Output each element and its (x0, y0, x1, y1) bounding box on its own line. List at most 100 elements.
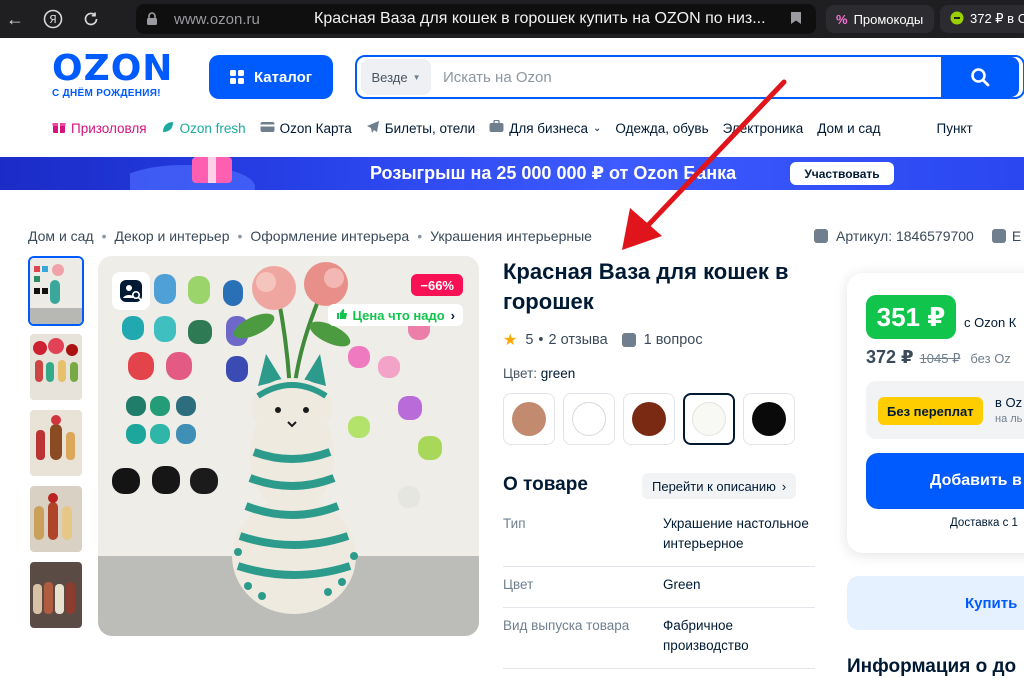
back-arrow-icon[interactable]: ← (0, 0, 30, 38)
browser-toolbar: ← Я www.ozon.ru Красная Ваза для кошек в… (0, 0, 1024, 38)
participate-button[interactable]: Участвовать (790, 162, 894, 185)
buy-now-button[interactable]: Купить (847, 576, 1024, 630)
search-button[interactable] (941, 57, 1019, 97)
color-swatch-4-selected[interactable] (683, 393, 735, 445)
reviews-link[interactable]: 2 отзыва (549, 332, 608, 348)
copy-icon (814, 229, 828, 243)
toplink-electronics[interactable]: Электроника (723, 121, 804, 136)
image-search-icon (120, 280, 142, 302)
percent-icon: % (836, 11, 848, 27)
promocodes-chip[interactable]: % Промокоды (826, 5, 934, 33)
toplink-prizes[interactable]: Призоловля (52, 120, 147, 137)
thumbnail-2[interactable] (28, 332, 84, 402)
thumbnail-5[interactable] (28, 560, 84, 630)
toplink-label: Для бизнеса (509, 120, 588, 136)
questions-link[interactable]: 1 вопрос (644, 332, 703, 348)
toplink-business[interactable]: Для бизнеса ⌄ (489, 119, 602, 136)
breadcrumb-separator: • (101, 228, 107, 244)
top-navigation: Призоловля Ozon fresh Ozon Карта Билеты,… (52, 118, 1024, 138)
url-domain: www.ozon.ru (174, 10, 260, 28)
logo-subtitle: С ДНЁМ РОЖДЕНИЯ! (52, 88, 161, 99)
thumbnail-list (28, 256, 84, 636)
article-label: Артикул: 1846579700 (836, 228, 974, 244)
color-label-value: green (540, 366, 576, 381)
color-swatch-2[interactable] (563, 393, 615, 445)
page-tab-title: Красная Ваза для кошек в горошек купить … (314, 10, 766, 27)
installment-line-1: в Oz (995, 395, 1023, 410)
article-number[interactable]: Артикул: 1846579700 Е (814, 228, 1021, 244)
reload-icon[interactable] (76, 0, 106, 38)
add-to-cart-button[interactable]: Добавить в (866, 453, 1024, 509)
color-swatch-5[interactable] (743, 393, 795, 445)
logo-text: OZON (52, 48, 174, 89)
color-swatches (503, 393, 803, 445)
delivery-info: Доставка с 1 (950, 517, 1018, 529)
toplink-label: Билеты, отели (384, 120, 476, 136)
rating-value: 5 (525, 332, 534, 348)
toplink-label: Электроника (722, 120, 804, 136)
address-bar[interactable]: www.ozon.ru Красная Ваза для кошек в гор… (136, 4, 816, 34)
good-price-badge[interactable]: Цена что надо › (327, 304, 463, 326)
lock-icon (146, 12, 160, 26)
toplink-label: Пункт (936, 120, 973, 136)
balance-label: 372 ₽ в Ст (970, 11, 1024, 26)
property-key: Вид выпуска товара (503, 618, 630, 633)
svg-text:Я: Я (49, 13, 57, 26)
rating-row[interactable]: ★ 5 • 2 отзыва 1 вопрос (503, 330, 703, 350)
toplink-home-garden[interactable]: Дом и сад (817, 121, 880, 136)
breadcrumb: Дом и сад • Декор и интерьер • Оформлени… (28, 228, 592, 244)
without-card-label: без Oz (970, 351, 1011, 366)
toplink-label: Одежда, обувь (615, 120, 709, 136)
regular-price: 372 ₽ (866, 347, 914, 367)
search-bar: Везде ▼ (355, 55, 1024, 99)
catalog-button[interactable]: Каталог (209, 55, 333, 99)
toplink-ozon-fresh[interactable]: Ozon fresh (161, 120, 246, 137)
question-icon (621, 333, 636, 347)
breadcrumb-item[interactable]: Оформление интерьера (250, 228, 409, 244)
search-input[interactable] (443, 68, 923, 86)
thumbnail-3[interactable] (28, 408, 84, 478)
thumbnail-1[interactable] (28, 256, 84, 326)
thumbs-up-icon (336, 308, 348, 323)
search-scope-select[interactable]: Везде ▼ (361, 59, 431, 95)
ozon-logo[interactable]: OZON С ДНЁМ РОЖДЕНИЯ! (52, 48, 194, 100)
color-swatch-3[interactable] (623, 393, 675, 445)
breadcrumb-separator: • (417, 228, 423, 244)
image-search-button[interactable] (112, 272, 150, 310)
toplink-pickup[interactable]: Пункт (937, 121, 973, 136)
promo-banner[interactable]: Розыгрыш на 25 000 000 ₽ от Ozon Банка У… (0, 157, 1024, 190)
yandex-icon[interactable]: Я (38, 0, 68, 38)
toplink-clothes[interactable]: Одежда, обувь (615, 121, 708, 136)
go-to-description-button[interactable]: Перейти к описанию › (642, 473, 797, 499)
chevron-down-icon: ⌄ (592, 122, 602, 134)
no-overpay-tag: Без переплат (878, 397, 983, 425)
breadcrumb-item[interactable]: Украшения интерьерные (430, 228, 592, 244)
toplink-tickets[interactable]: Билеты, отели (366, 120, 475, 137)
installment-box[interactable]: Без переплат в Oz на ль (866, 381, 1024, 439)
toplink-ozon-card[interactable]: Ozon Карта (260, 121, 352, 136)
product-properties: Тип Украшение настольное интерьерное Цве… (503, 506, 815, 669)
balance-chip[interactable]: 372 ₽ в Ст (940, 5, 1024, 33)
thumbnail-4[interactable] (28, 484, 84, 554)
banner-text: Розыгрыш на 25 000 000 ₽ от Ozon Банка (370, 163, 737, 183)
color-label: Цвет: green (503, 366, 575, 381)
breadcrumb-separator: • (237, 228, 243, 244)
search-icon (971, 68, 990, 87)
bookmark-icon[interactable] (790, 11, 802, 28)
coin-icon (950, 11, 964, 28)
product-main-image[interactable]: −66% Цена что надо › (98, 256, 479, 636)
search-scope-label: Везде (371, 69, 408, 85)
delivery-info-heading: Информация о до (847, 656, 1017, 677)
product-title: Красная Ваза для кошек в горошек (503, 259, 789, 314)
installment-line-2: на ль (995, 413, 1023, 425)
color-label-key: Цвет: (503, 366, 538, 381)
color-swatch-1[interactable] (503, 393, 555, 445)
star-icon: ★ (503, 332, 518, 349)
card-price: 351 ₽ (866, 295, 956, 339)
go-to-description-label: Перейти к описанию (652, 478, 776, 494)
regular-price-row: 372 ₽ 1045 ₽ без Oz (866, 347, 1011, 368)
breadcrumb-item[interactable]: Дом и сад (28, 228, 94, 244)
old-price: 1045 ₽ (919, 351, 961, 366)
discount-badge: −66% (411, 274, 463, 296)
breadcrumb-item[interactable]: Декор и интерьер (115, 228, 230, 244)
